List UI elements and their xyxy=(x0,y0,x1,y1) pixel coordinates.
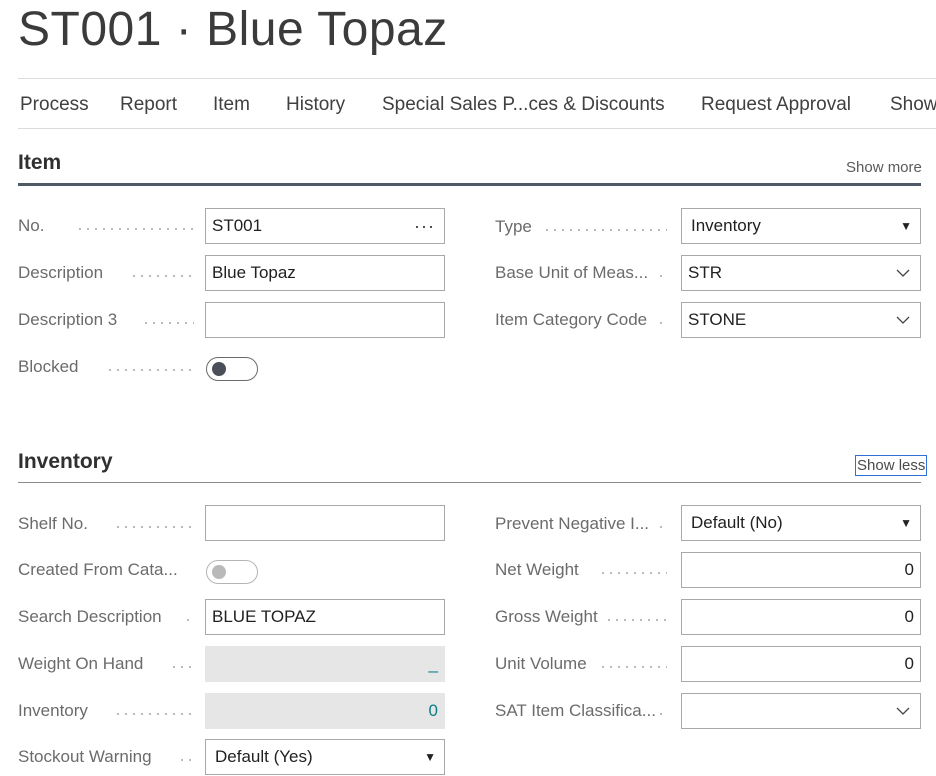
field-label-no: No. xyxy=(18,216,194,236)
description-field[interactable]: Blue Topaz xyxy=(205,255,445,291)
action-show[interactable]: Show xyxy=(890,79,936,128)
action-history[interactable]: History xyxy=(286,79,345,128)
section-title-inventory[interactable]: Inventory xyxy=(18,450,113,474)
field-label-sat-item: SAT Item Classifica... xyxy=(495,701,671,721)
item-category-lookup[interactable]: STONE xyxy=(681,302,921,338)
section-divider xyxy=(18,482,921,483)
toggle-knob xyxy=(212,362,226,376)
base-unit-lookup[interactable]: STR xyxy=(681,255,921,291)
net-weight-field[interactable]: 0 xyxy=(681,552,921,588)
action-process[interactable]: Process xyxy=(20,79,89,128)
description-3-field[interactable] xyxy=(205,302,445,338)
toggle-knob xyxy=(212,565,226,579)
weight-on-hand-value[interactable]: _ xyxy=(205,646,445,682)
item-card-page: ST001 · Blue Topaz Process Report Item H… xyxy=(0,0,936,776)
action-bar: Process Report Item History Special Sale… xyxy=(18,78,936,129)
type-select[interactable]: Inventory ▼ xyxy=(681,208,921,244)
section-divider xyxy=(18,183,921,186)
field-label-gross-weight: Gross Weight xyxy=(495,607,671,627)
chevron-down-icon xyxy=(896,316,910,324)
show-more-link[interactable]: Show more xyxy=(846,159,922,176)
assist-edit-icon[interactable]: ··· xyxy=(414,209,435,243)
field-label-blocked: Blocked xyxy=(18,357,194,377)
field-label-unit-volume: Unit Volume xyxy=(495,654,671,674)
field-label-search-description: Search Description xyxy=(18,607,194,627)
dropdown-caret-icon: ▼ xyxy=(900,516,912,530)
field-label-prevent-negative: Prevent Negative I... xyxy=(495,514,671,534)
blocked-toggle[interactable] xyxy=(206,357,258,381)
section-title-item[interactable]: Item xyxy=(18,151,61,175)
stockout-warning-select[interactable]: Default (Yes) ▼ xyxy=(205,739,445,775)
inventory-value[interactable]: 0 xyxy=(205,693,445,729)
gross-weight-field[interactable]: 0 xyxy=(681,599,921,635)
field-label-description: Description xyxy=(18,263,194,283)
shelf-no-field[interactable] xyxy=(205,505,445,541)
show-less-link[interactable]: Show less xyxy=(855,455,928,476)
action-report[interactable]: Report xyxy=(120,79,177,128)
unit-volume-field[interactable]: 0 xyxy=(681,646,921,682)
chevron-down-icon xyxy=(896,269,910,277)
field-label-stockout-warning: Stockout Warning xyxy=(18,747,194,767)
page-title: ST001 · Blue Topaz xyxy=(18,3,448,56)
sat-item-lookup[interactable] xyxy=(681,693,921,729)
search-description-field[interactable]: BLUE TOPAZ xyxy=(205,599,445,635)
dropdown-caret-icon: ▼ xyxy=(900,219,912,233)
dropdown-caret-icon: ▼ xyxy=(424,750,436,764)
field-label-inventory: Inventory xyxy=(18,701,194,721)
action-special-sales-prices[interactable]: Special Sales P...ces & Discounts xyxy=(382,79,665,128)
field-label-shelf-no: Shelf No. xyxy=(18,514,194,534)
chevron-down-icon xyxy=(896,707,910,715)
prevent-negative-select[interactable]: Default (No) ▼ xyxy=(681,505,921,541)
action-request-approval[interactable]: Request Approval xyxy=(701,79,851,128)
field-label-base-unit: Base Unit of Meas... xyxy=(495,263,671,283)
field-label-item-category: Item Category Code xyxy=(495,310,671,330)
field-label-created-from-catalog: Created From Cata... xyxy=(18,560,194,580)
field-label-type: Type xyxy=(495,217,671,237)
field-label-net-weight: Net Weight xyxy=(495,560,671,580)
field-label-weight-on-hand: Weight On Hand xyxy=(18,654,194,674)
field-label-description-3: Description 3 xyxy=(18,310,194,330)
created-from-catalog-toggle xyxy=(206,560,258,584)
action-item[interactable]: Item xyxy=(213,79,250,128)
no-field[interactable]: ST001 ··· xyxy=(205,208,445,244)
